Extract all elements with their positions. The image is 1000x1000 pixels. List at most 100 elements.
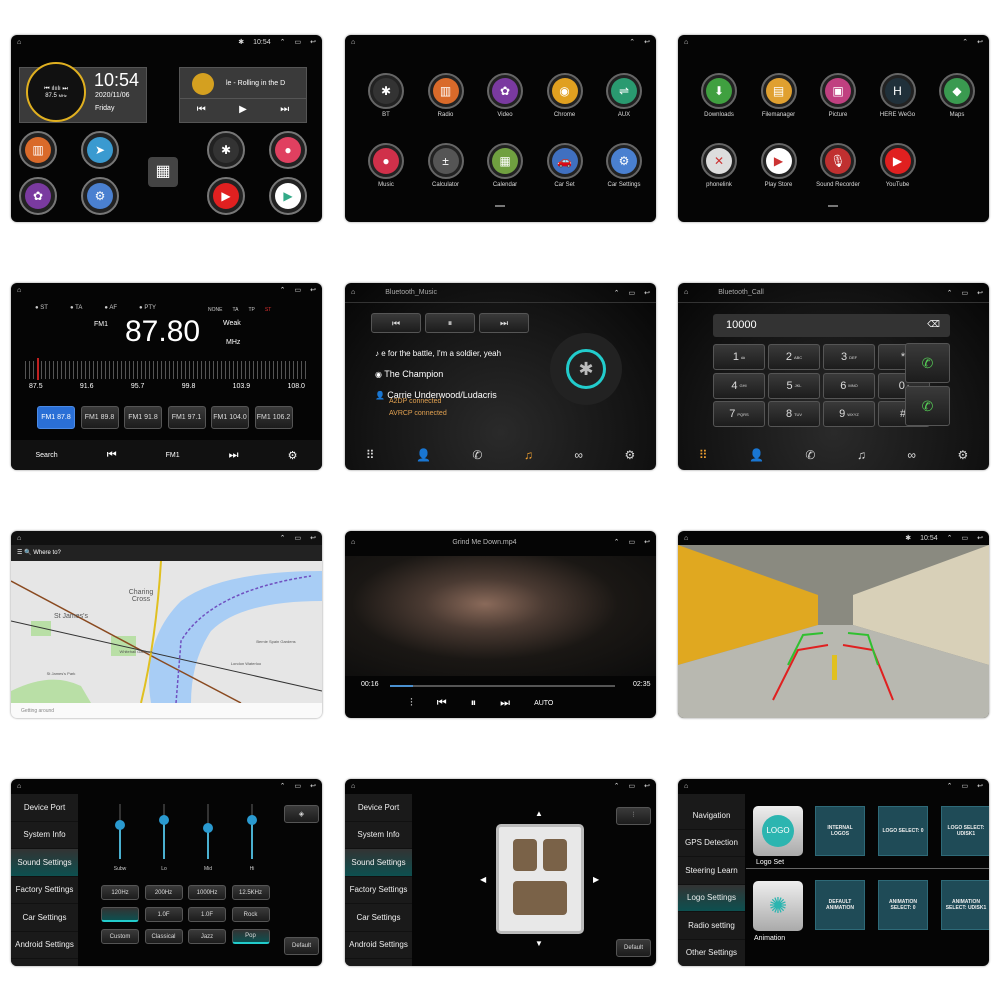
up-nav-button[interactable]: ⌃ (947, 782, 953, 790)
preset-button[interactable]: FM1 91.8 (124, 406, 162, 429)
app-music[interactable]: ● Music (357, 143, 415, 188)
call-log-tab[interactable]: ✆ (472, 448, 482, 462)
balance-button[interactable]: ◈ (284, 805, 319, 823)
back-nav-button[interactable]: ↩ (644, 289, 650, 297)
next-track-button[interactable]: ⏭ (479, 313, 529, 333)
app-play-store[interactable]: ▶ Play Store (750, 143, 808, 188)
home-nav-button[interactable]: ⌂ (351, 39, 355, 46)
recent-nav-button[interactable]: ▭ (962, 534, 969, 542)
app-drawer-button[interactable]: ▦ (148, 157, 178, 187)
home-nav-button[interactable]: ⌂ (17, 39, 21, 46)
back-nav-button[interactable]: ↩ (644, 782, 650, 790)
app-phonelink[interactable]: ✕ phonelink (690, 143, 748, 188)
app-aux[interactable]: ⇌ AUX (595, 73, 653, 118)
recent-nav-button[interactable]: ▭ (295, 534, 302, 542)
menu-item-android-settings[interactable]: Android Settings (345, 932, 412, 959)
app-picture[interactable]: ▣ Picture (809, 73, 867, 118)
app-downloads[interactable]: ⬇ Downloads (690, 73, 748, 118)
key-3[interactable]: 3 DEF (823, 344, 875, 370)
home-nav-button[interactable]: ⌂ (17, 535, 21, 542)
radio-app[interactable]: ▥ (19, 131, 57, 169)
app-calculator[interactable]: ± Calculator (417, 143, 475, 188)
app-here-wego[interactable]: H HERE WeGo (869, 73, 927, 118)
back-nav-button[interactable]: ↩ (644, 538, 650, 546)
menu-item-factory-settings[interactable]: Factory Settings (11, 877, 78, 904)
back-nav-button[interactable]: ↩ (644, 38, 650, 46)
key-9[interactable]: 9 WXYZ (823, 401, 875, 427)
map-place-label[interactable]: St James's (51, 613, 91, 620)
logo-select-udisk1-tile[interactable]: LOGO SELECT: UDISK1 (941, 806, 989, 856)
logo-select-0-tile[interactable]: LOGO SELECT: 0 (878, 806, 928, 856)
bluetooth-app[interactable]: ✱ (207, 131, 245, 169)
prev-track-button[interactable]: ⏮ (371, 313, 421, 333)
up-arrow[interactable]: ▲ (535, 809, 543, 818)
telegram-app[interactable]: ➤ (81, 131, 119, 169)
eq-button[interactable]: 1.0F (188, 907, 226, 922)
up-nav-button[interactable]: ⌃ (947, 534, 953, 542)
home-nav-button[interactable]: ⌂ (17, 287, 21, 294)
eq-button[interactable]: Jazz (188, 929, 226, 944)
music-tab[interactable]: ♫ (857, 448, 866, 462)
app-radio[interactable]: ▥ Radio (417, 73, 475, 118)
key-7[interactable]: 7 PQRS (713, 401, 765, 427)
menu-item-radio-setting[interactable]: Radio setting (678, 912, 745, 940)
aspect-mode-button[interactable]: AUTO (534, 700, 553, 707)
up-nav-button[interactable]: ⌃ (614, 538, 620, 546)
back-nav-button[interactable]: ↩ (977, 534, 983, 542)
eq-button[interactable]: 120Hz (101, 885, 139, 900)
eq-button[interactable]: 200Hz (144, 885, 183, 900)
recent-nav-button[interactable]: ▭ (629, 538, 636, 546)
preset-button[interactable]: FM1 104.0 (211, 406, 249, 429)
up-nav-button[interactable]: ⌃ (629, 38, 635, 46)
default-animation-tile[interactable]: DEFAULT ANIMATION (815, 880, 865, 930)
eq-button[interactable]: Pop (231, 929, 270, 944)
app-sound-recorder[interactable]: 🎙 Sound Recorder (809, 143, 867, 188)
map-place-label[interactable]: Whitehall Gardens (116, 649, 156, 654)
play-store-app[interactable]: ▶ (269, 177, 307, 215)
equalizer-button[interactable]: ⫶ (410, 697, 413, 710)
recent-nav-button[interactable]: ▭ (295, 286, 302, 294)
band-button[interactable]: FM1 (166, 452, 180, 459)
pause-button[interactable]: ⏸ (471, 697, 477, 710)
preset-button[interactable]: FM1 97.1 (167, 406, 206, 429)
eq-slider-subw[interactable] (115, 804, 125, 859)
music-tab[interactable]: ♫ (524, 448, 533, 462)
video-app[interactable]: ✿ (19, 177, 57, 215)
menu-item-other-settings[interactable]: Other Settings (678, 940, 745, 967)
preset-button[interactable]: FM1 89.8 (80, 406, 119, 429)
search-button[interactable]: Search (36, 452, 58, 459)
prev-button[interactable]: ⏮ (437, 697, 447, 710)
key-6[interactable]: 6 MNO (823, 372, 875, 399)
next-button[interactable]: ⏭ (500, 697, 510, 710)
recent-nav-button[interactable]: ▭ (962, 289, 969, 297)
map-search-bar[interactable]: ☰ 🔍 Where to? (11, 545, 322, 561)
up-nav-button[interactable]: ⌃ (280, 38, 286, 46)
app-bt[interactable]: ✱ BT (357, 73, 415, 118)
back-nav-button[interactable]: ↩ (977, 289, 983, 297)
camera-app[interactable]: ● (269, 131, 307, 169)
home-nav-button[interactable]: ⌂ (351, 783, 355, 790)
map-place-label[interactable]: St James's Park (41, 671, 81, 676)
down-arrow[interactable]: ▼ (535, 939, 543, 948)
settings-tab[interactable]: ⚙ (957, 448, 968, 462)
recent-nav-button[interactable]: ▭ (295, 38, 302, 46)
recent-nav-button[interactable]: ▭ (962, 782, 969, 790)
backspace-button[interactable]: ⌫ (927, 319, 940, 330)
play-button[interactable]: ▶ (239, 104, 247, 115)
menu-item-sound-settings[interactable]: Sound Settings (11, 849, 78, 877)
seek-bar[interactable] (390, 685, 615, 687)
back-nav-button[interactable]: ↩ (310, 38, 316, 46)
key-4[interactable]: 4 GHI (713, 372, 765, 399)
home-nav-button[interactable]: ⌂ (351, 539, 355, 546)
right-arrow[interactable]: ▶ (593, 875, 599, 884)
default-button[interactable]: Default (616, 939, 651, 957)
eq-button[interactable]: 12.5KHz (231, 885, 270, 900)
preset-button[interactable]: FM1 87.8 (37, 406, 75, 429)
back-nav-button[interactable]: ↩ (977, 38, 983, 46)
dialpad-tab[interactable]: ⠿ (699, 448, 708, 462)
home-nav-button[interactable]: ⌂ (17, 783, 21, 790)
slider-knob[interactable] (203, 823, 213, 834)
settings-icon[interactable]: ⚙ (288, 449, 298, 462)
default-button[interactable]: Default (284, 937, 319, 955)
menu-item-gps-detection[interactable]: GPS Detection (678, 830, 745, 857)
